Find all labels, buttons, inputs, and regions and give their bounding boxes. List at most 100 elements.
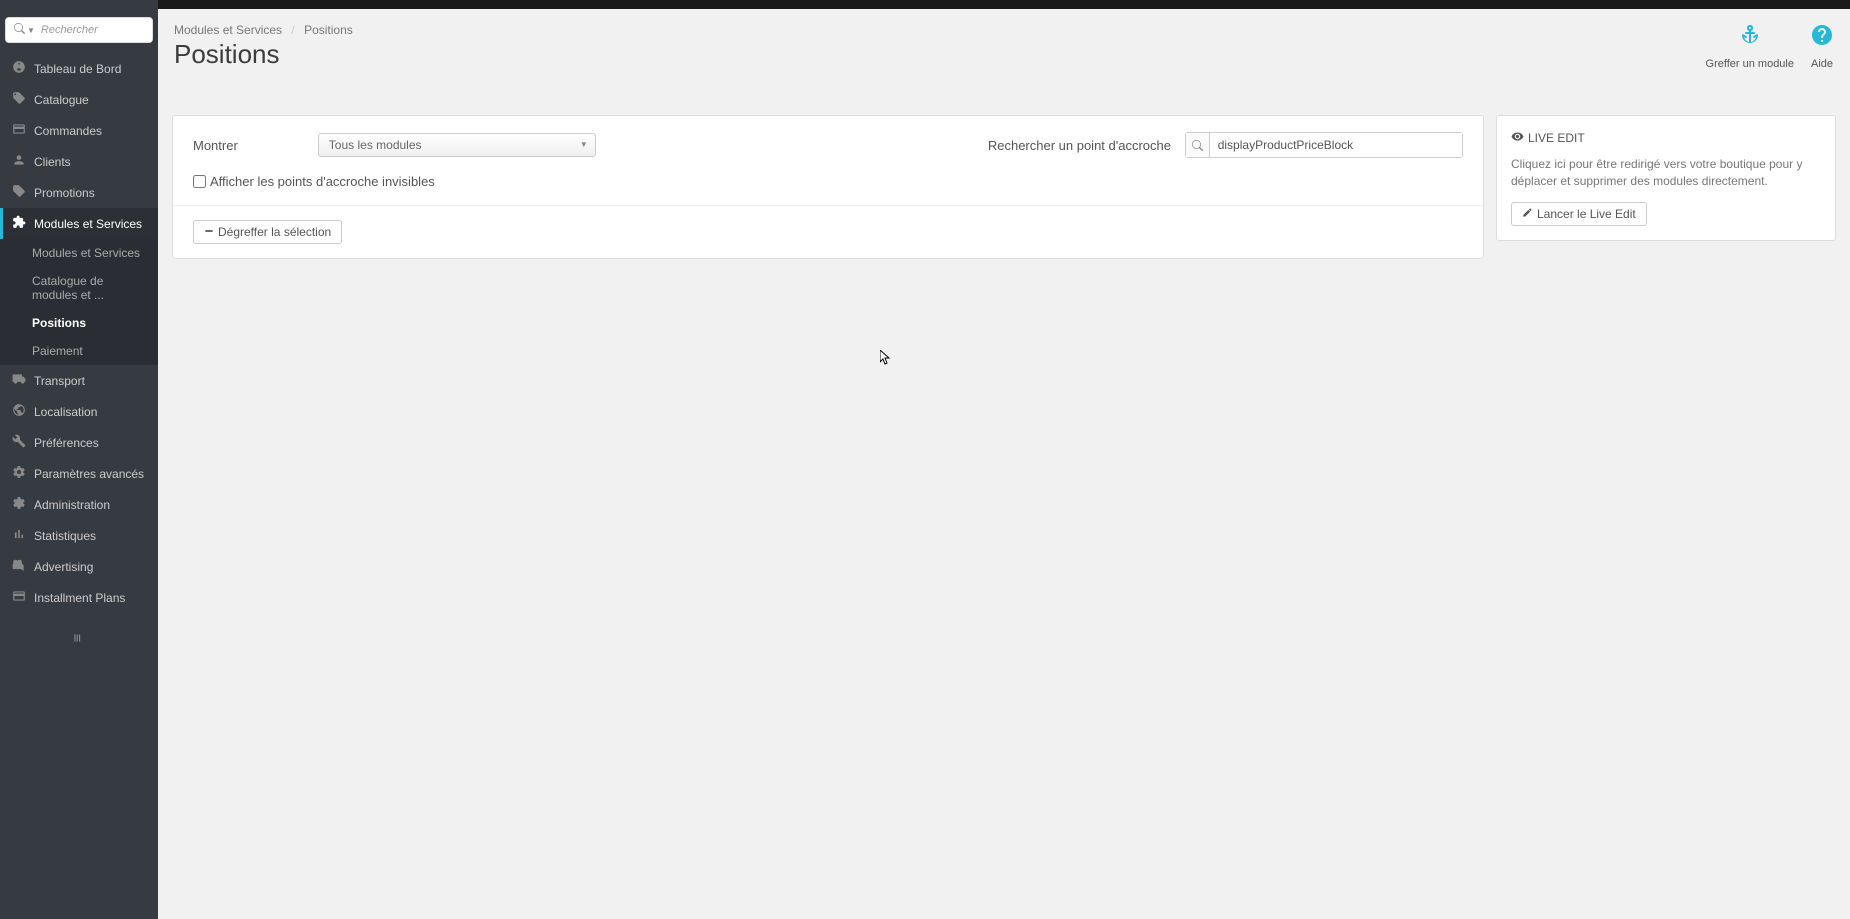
action-label: Aide: [1811, 58, 1833, 70]
sidebar-search[interactable]: ▼: [5, 17, 153, 43]
hook-search-input[interactable]: [1210, 133, 1462, 157]
truck-icon: [10, 372, 28, 389]
sidebar-item-preferences[interactable]: Préférences: [0, 427, 158, 458]
sidebar-label: Catalogue: [34, 93, 89, 107]
search-hook-label: Rechercher un point d'accroche: [988, 138, 1171, 153]
search-icon: [1186, 133, 1210, 157]
sidebar-item-advanced[interactable]: Paramètres avancés: [0, 458, 158, 489]
hook-module-button[interactable]: Greffer un module: [1706, 23, 1794, 70]
bullhorn-icon: [10, 558, 28, 575]
sidebar-item-advertising[interactable]: Advertising: [0, 551, 158, 582]
sidebar-label: Administration: [34, 498, 110, 512]
sidebar-label: Advertising: [34, 560, 93, 574]
page-header: Modules et Services / Positions Position…: [158, 18, 1850, 75]
show-filter-group: Montrer Tous les modules: [193, 133, 596, 157]
show-label: Montrer: [193, 138, 238, 153]
sidebar-label: Paramètres avancés: [34, 467, 144, 481]
live-edit-title-text: LIVE EDIT: [1528, 131, 1585, 145]
user-icon: [10, 153, 28, 170]
unhook-section: Dégreffer la sélection: [173, 205, 1483, 258]
search-hook-group: Rechercher un point d'accroche: [988, 132, 1463, 158]
select-value: Tous les modules: [329, 138, 422, 152]
sidebar-label: Tableau de Bord: [34, 62, 121, 76]
sidebar-item-administration[interactable]: Administration: [0, 489, 158, 520]
sidebar-sublabel: Catalogue de modules et ...: [32, 274, 104, 302]
top-bar: [0, 0, 1850, 9]
wrench-icon: [10, 434, 28, 451]
tachometer-icon: [10, 60, 28, 77]
search-input[interactable]: [41, 24, 144, 36]
invisible-checkbox[interactable]: [193, 175, 206, 188]
sidebar-item-statistics[interactable]: Statistiques: [0, 520, 158, 551]
sidebar-label: Promotions: [34, 186, 95, 200]
bars-icon: [72, 632, 86, 648]
help-icon: [1810, 23, 1834, 53]
page-actions: Greffer un module Aide: [1706, 23, 1834, 70]
puzzle-icon: [10, 215, 28, 232]
content-wrapper: Montrer Tous les modules Rechercher un p…: [158, 75, 1850, 273]
filter-panel: Montrer Tous les modules Rechercher un p…: [172, 115, 1484, 259]
bar-chart-icon: [10, 527, 28, 544]
help-button[interactable]: Aide: [1810, 23, 1834, 70]
sidebar-subitem-payment[interactable]: Paiement: [0, 337, 158, 365]
main-content: Modules et Services / Positions Position…: [158, 9, 1850, 273]
breadcrumb-current: Positions: [304, 23, 353, 37]
sidebar-subitem-modules[interactable]: Modules et Services: [0, 239, 158, 267]
unhook-label: Dégreffer la sélection: [218, 225, 331, 239]
sidebar-item-localization[interactable]: Localisation: [0, 396, 158, 427]
credit-card-icon: [10, 122, 28, 139]
credit-card-icon: [10, 589, 28, 606]
invisible-label[interactable]: Afficher les points d'accroche invisible…: [210, 174, 435, 189]
sidebar-label: Installment Plans: [34, 591, 125, 605]
module-select[interactable]: Tous les modules: [318, 133, 596, 157]
caret-down-icon: ▼: [27, 26, 35, 35]
cursor-icon: [880, 350, 892, 366]
action-label: Greffer un module: [1706, 58, 1794, 70]
sidebar-label: Clients: [34, 155, 71, 169]
sidebar-item-modules[interactable]: Modules et Services: [0, 208, 158, 239]
tags-icon: [10, 91, 28, 108]
sidebar-item-transport[interactable]: Transport: [0, 365, 158, 396]
sidebar-subitem-positions[interactable]: Positions: [0, 309, 158, 337]
sidebar-sublabel: Paiement: [32, 344, 83, 358]
sidebar-item-promotions[interactable]: Promotions: [0, 177, 158, 208]
live-edit-desc: Cliquez ici pour être redirigé vers votr…: [1511, 156, 1821, 190]
breadcrumb: Modules et Services / Positions: [174, 23, 353, 37]
search-icon: [14, 23, 25, 37]
sidebar-label: Transport: [34, 374, 85, 388]
sidebar-sublabel: Positions: [32, 316, 86, 330]
sidebar-label: Statistiques: [34, 529, 96, 543]
sidebar-item-dashboard[interactable]: Tableau de Bord: [0, 53, 158, 84]
sidebar-label: Préférences: [34, 436, 99, 450]
sidebar-item-installment[interactable]: Installment Plans: [0, 582, 158, 613]
edit-icon: [1522, 207, 1533, 221]
module-select-wrapper: Tous les modules: [318, 133, 596, 157]
hook-input-wrapper: [1185, 132, 1463, 158]
sidebar-label: Localisation: [34, 405, 97, 419]
page-title: Positions: [174, 39, 353, 70]
live-edit-title: LIVE EDIT: [1511, 130, 1821, 146]
sidebar-sublabel: Modules et Services: [32, 246, 140, 260]
filter-row: Montrer Tous les modules Rechercher un p…: [173, 116, 1483, 174]
sidebar-label: Commandes: [34, 124, 102, 138]
breadcrumb-separator: /: [291, 23, 294, 37]
live-edit-button-label: Lancer le Live Edit: [1537, 207, 1636, 221]
cogs-icon: [10, 465, 28, 482]
live-edit-button[interactable]: Lancer le Live Edit: [1511, 202, 1647, 226]
invisible-checkbox-row: Afficher les points d'accroche invisible…: [173, 174, 1483, 205]
sidebar: ▼ Tableau de Bord Catalogue Commandes Cl…: [0, 0, 158, 919]
live-edit-panel: LIVE EDIT Cliquez ici pour être redirigé…: [1496, 115, 1836, 241]
anchor-icon: [1706, 23, 1794, 53]
sidebar-item-customers[interactable]: Clients: [0, 146, 158, 177]
tag-icon: [10, 184, 28, 201]
sidebar-collapse-button[interactable]: [0, 621, 158, 658]
unhook-button[interactable]: Dégreffer la sélection: [193, 220, 342, 244]
breadcrumb-parent[interactable]: Modules et Services: [174, 23, 282, 37]
sidebar-item-catalog[interactable]: Catalogue: [0, 84, 158, 115]
sidebar-subitem-catalog[interactable]: Catalogue de modules et ...: [0, 267, 158, 309]
minus-icon: [204, 225, 214, 239]
sidebar-label: Modules et Services: [34, 217, 142, 231]
globe-icon: [10, 403, 28, 420]
cog-icon: [10, 496, 28, 513]
sidebar-item-orders[interactable]: Commandes: [0, 115, 158, 146]
